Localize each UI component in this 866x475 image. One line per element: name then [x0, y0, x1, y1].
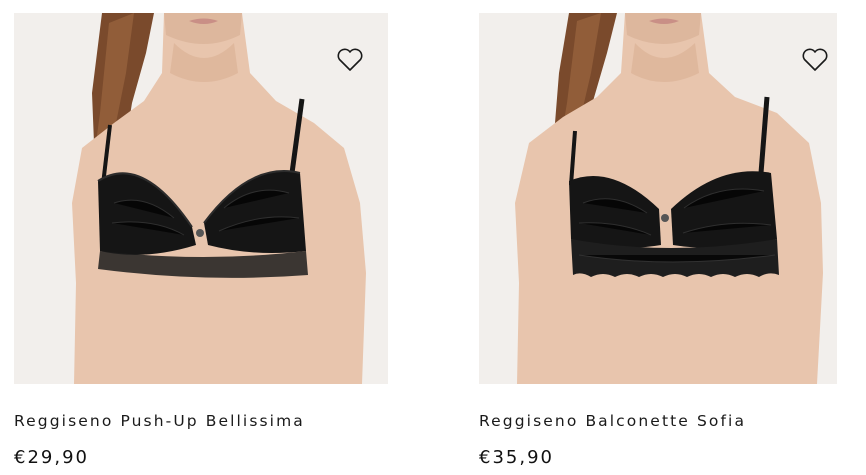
- product-name[interactable]: Reggiseno Push-Up Bellissima: [14, 412, 305, 430]
- product-card[interactable]: Reggiseno Push-Up Bellissima €29,90: [14, 0, 388, 468]
- product-name[interactable]: Reggiseno Balconette Sofia: [479, 412, 746, 430]
- balconette-bra-photo: [479, 13, 837, 384]
- product-card[interactable]: Reggiseno Balconette Sofia €35,90: [479, 0, 837, 468]
- product-image[interactable]: [14, 13, 388, 384]
- push-up-bra-photo: [14, 13, 388, 384]
- heart-outline-icon[interactable]: [801, 47, 829, 73]
- heart-outline-icon[interactable]: [336, 47, 364, 73]
- product-price: €35,90: [479, 447, 554, 468]
- product-image[interactable]: [479, 13, 837, 384]
- product-grid: Reggiseno Push-Up Bellissima €29,90 Regg…: [0, 0, 866, 475]
- product-price: €29,90: [14, 447, 89, 468]
